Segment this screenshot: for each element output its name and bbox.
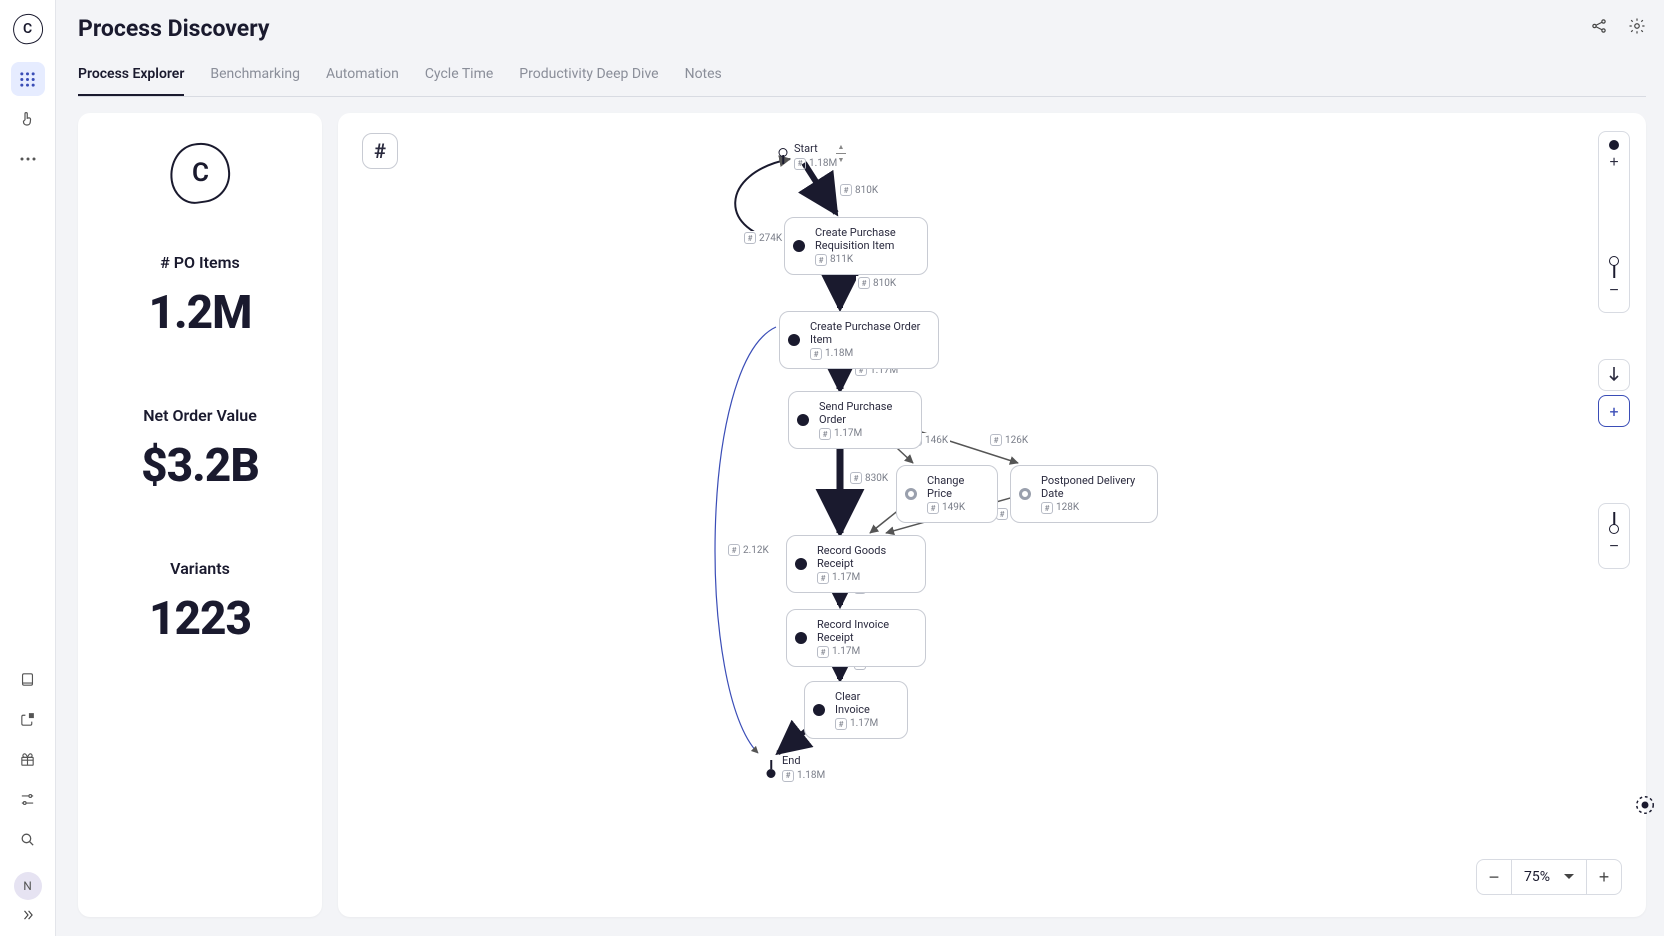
share-icon[interactable] bbox=[1590, 17, 1608, 39]
tab-cycle-time[interactable]: Cycle Time bbox=[425, 56, 493, 96]
nav-book-icon[interactable] bbox=[11, 662, 45, 696]
zoom-control: − 75% + bbox=[1476, 859, 1622, 895]
nav-pointer-icon[interactable] bbox=[11, 102, 45, 136]
help-float-icon[interactable] bbox=[1632, 792, 1658, 818]
flow-node-po[interactable]: Create Purchase Order Item #1.18M bbox=[779, 311, 939, 369]
nav-sliders-icon[interactable] bbox=[11, 782, 45, 816]
kpi-variants: Variants 1223 bbox=[149, 559, 251, 646]
zoom-dropdown[interactable]: 75% bbox=[1512, 860, 1586, 894]
kpi-value: $3.2B bbox=[141, 439, 259, 493]
nav-search-icon[interactable] bbox=[11, 822, 45, 856]
flow-node-postp[interactable]: Postponed Delivery Date #128K bbox=[1010, 465, 1158, 523]
app-logo[interactable]: C bbox=[11, 12, 45, 46]
process-canvas[interactable]: # + − + − bbox=[338, 113, 1646, 917]
end-pin-icon bbox=[766, 760, 776, 776]
nav-apps-icon[interactable] bbox=[11, 62, 45, 96]
flow-node-clear[interactable]: Clear Invoice #1.17M bbox=[804, 681, 908, 739]
flow-node-goods[interactable]: Record Goods Receipt #1.17M bbox=[786, 535, 926, 593]
nav-gift-icon[interactable] bbox=[11, 742, 45, 776]
kpi-nov: Net Order Value $3.2B bbox=[141, 406, 259, 493]
edge-label: #810K bbox=[838, 183, 880, 197]
page-header: Process Discovery bbox=[78, 0, 1646, 56]
kpi-value: 1.2M bbox=[149, 286, 252, 340]
kpi-label: Variants bbox=[149, 559, 251, 578]
tab-productivity[interactable]: Productivity Deep Dive bbox=[519, 56, 658, 96]
tab-notes[interactable]: Notes bbox=[685, 56, 722, 96]
page-title: Process Discovery bbox=[78, 15, 269, 42]
flow-node-end[interactable]: End #1.18M bbox=[766, 753, 825, 783]
flow-node-start[interactable]: Start #1.18M bbox=[778, 141, 837, 171]
left-nav-rail: C N bbox=[0, 0, 56, 936]
flow-node-inv[interactable]: Record Invoice Receipt #1.17M bbox=[786, 609, 926, 667]
main-region: Process Discovery Process Explorer Bench… bbox=[56, 0, 1664, 936]
flow-node-price[interactable]: Change Price #149K bbox=[896, 465, 998, 523]
kpi-label: Net Order Value bbox=[141, 406, 259, 425]
zoom-in-button[interactable]: + bbox=[1587, 860, 1621, 894]
kpi-label: # PO Items bbox=[149, 253, 252, 272]
edge-label: #274K bbox=[742, 231, 784, 245]
tab-benchmarking[interactable]: Benchmarking bbox=[210, 56, 300, 96]
flow-node-req[interactable]: Create Purchase Requisition Item #811K bbox=[784, 217, 928, 275]
tab-bar: Process Explorer Benchmarking Automation… bbox=[78, 56, 1646, 97]
kpi-logo: C bbox=[166, 139, 234, 207]
user-avatar[interactable]: N bbox=[14, 872, 42, 900]
node-dot-icon bbox=[793, 240, 805, 252]
kpi-value: 1223 bbox=[149, 592, 251, 646]
zoom-out-button[interactable]: − bbox=[1477, 860, 1511, 894]
edge-label: #126K bbox=[988, 433, 1030, 447]
tab-automation[interactable]: Automation bbox=[326, 56, 399, 96]
nav-external-icon[interactable] bbox=[11, 702, 45, 736]
kpi-card: C # PO Items 1.2M Net Order Value $3.2B … bbox=[78, 113, 322, 917]
nav-more-icon[interactable] bbox=[11, 142, 45, 176]
sort-icon[interactable] bbox=[836, 143, 846, 164]
flow-node-send[interactable]: Send Purchase Order #1.17M bbox=[788, 391, 922, 449]
edge-label: #810K bbox=[856, 276, 898, 290]
settings-icon[interactable] bbox=[1628, 17, 1646, 39]
start-pin-icon bbox=[778, 148, 788, 164]
expand-rail-icon[interactable] bbox=[20, 908, 36, 926]
kpi-po: # PO Items 1.2M bbox=[149, 253, 252, 340]
edge-label: #2.12K bbox=[726, 543, 771, 557]
edge-label: #830K bbox=[848, 471, 890, 485]
tab-process-explorer[interactable]: Process Explorer bbox=[78, 56, 184, 96]
